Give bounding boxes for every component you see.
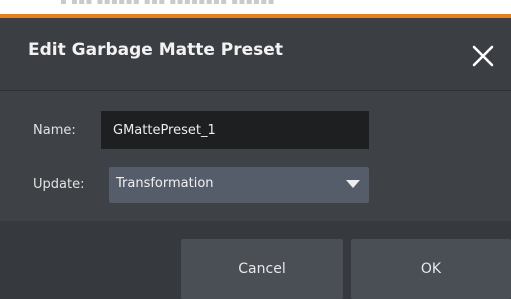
update-selected-value: Transformation	[116, 176, 214, 191]
name-field[interactable]	[101, 111, 369, 149]
dialog-footer: Cancel OK	[0, 221, 511, 299]
cancel-button[interactable]: Cancel	[181, 239, 343, 299]
close-icon[interactable]	[469, 42, 499, 72]
dialog-title: Edit Garbage Matte Preset	[28, 40, 283, 60]
update-label: Update:	[33, 177, 85, 192]
close-x-icon	[472, 45, 494, 67]
caret-down-icon	[346, 180, 360, 188]
dialog-body: Name: Update: Transformation	[0, 91, 511, 221]
edit-preset-dialog: Edit Garbage Matte Preset Name: Update: …	[0, 18, 511, 299]
name-label: Name:	[33, 123, 76, 138]
update-select[interactable]: Transformation	[109, 167, 369, 203]
window-top-strip: ▪ ▪▪▪ ▪▪▪▪▪▪ ▪▪▪ ▪▪▪▪▪▪▪▪ ▪▪▪▪▪▪	[0, 0, 511, 18]
background-window-text: ▪ ▪▪▪ ▪▪▪▪▪▪ ▪▪▪ ▪▪▪▪▪▪▪▪ ▪▪▪▪▪▪	[60, 0, 275, 7]
dialog-header: Edit Garbage Matte Preset	[0, 18, 511, 91]
ok-button[interactable]: OK	[351, 239, 511, 299]
